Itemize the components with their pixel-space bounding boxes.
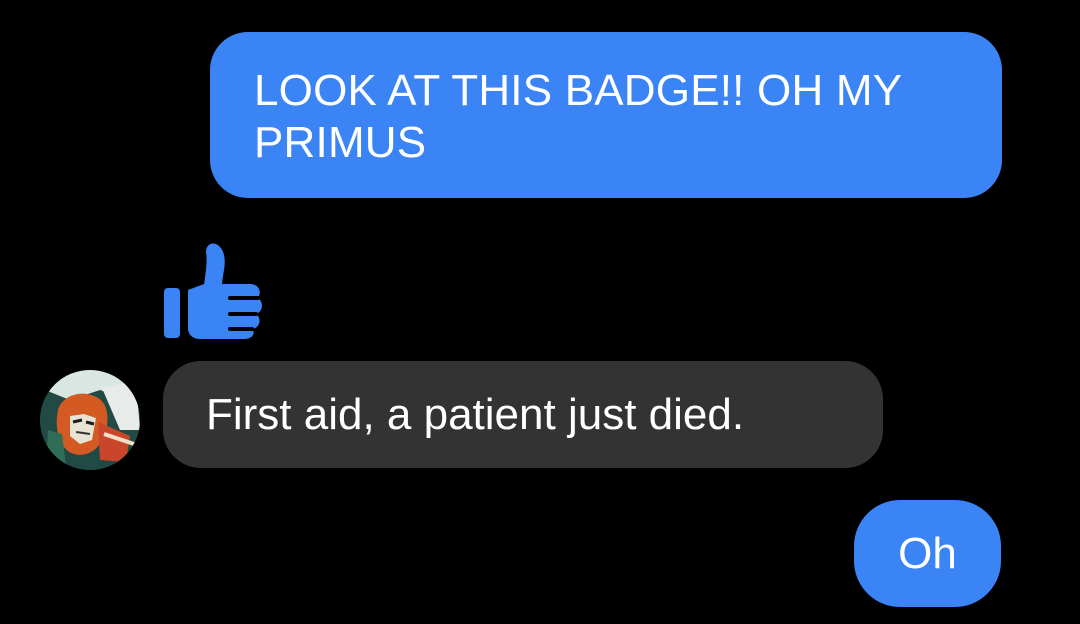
thumbs-up-icon[interactable] [160, 240, 264, 340]
incoming-message-bubble[interactable]: First aid, a patient just died. [163, 361, 883, 468]
contact-avatar[interactable] [40, 370, 140, 470]
chat-thread: LOOK AT THIS BADGE!! OH MY PRIMUS First … [0, 0, 1080, 624]
outgoing-message-bubble[interactable]: LOOK AT THIS BADGE!! OH MY PRIMUS [210, 32, 1002, 198]
outgoing-message-bubble[interactable]: Oh [854, 500, 1001, 607]
